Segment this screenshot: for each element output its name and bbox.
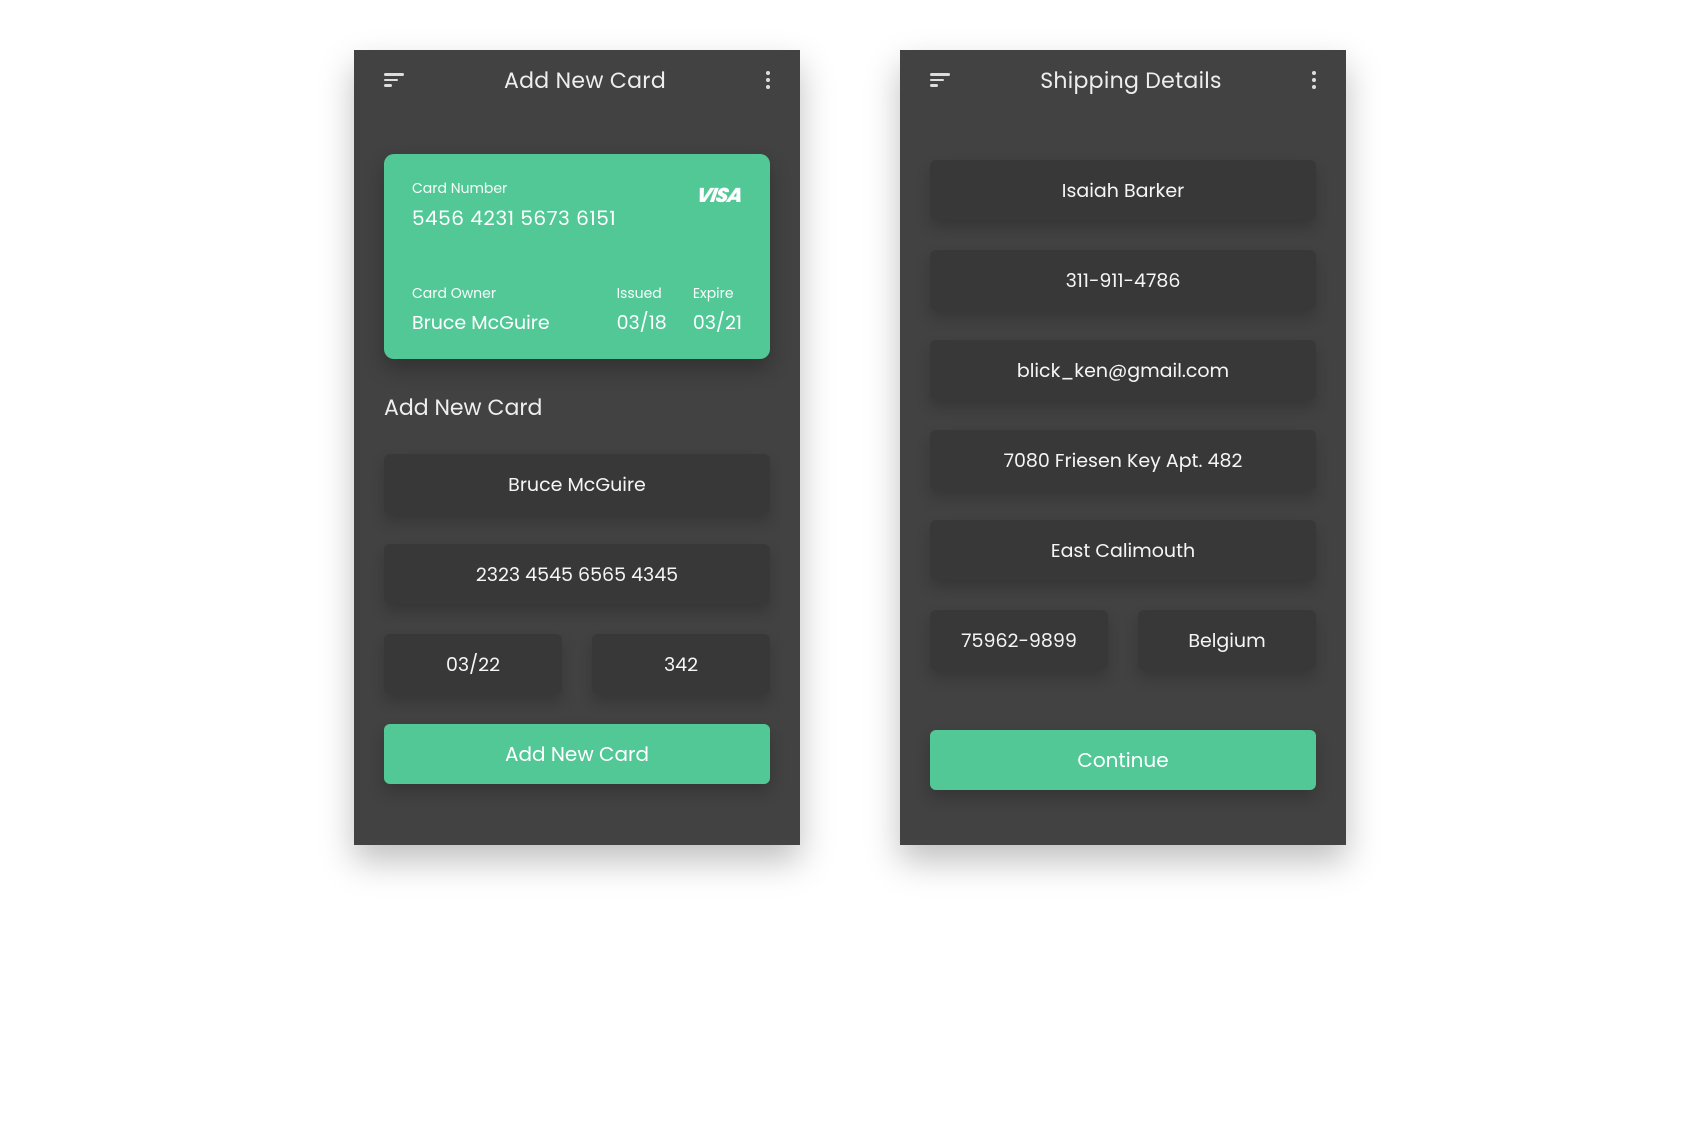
expiry-input[interactable]: 03/22 — [384, 634, 562, 694]
card-number-input[interactable]: 2323 4545 6565 4345 — [384, 544, 770, 604]
shipping-form: Isaiah Barker 311-911-4786 blick_ken@gma… — [930, 160, 1316, 670]
name-input[interactable]: Isaiah Barker — [930, 160, 1316, 220]
country-input[interactable]: Belgium — [1138, 610, 1316, 670]
zip-input[interactable]: 75962-9899 — [930, 610, 1108, 670]
more-icon[interactable] — [766, 71, 770, 89]
owner-input[interactable]: Bruce McGuire — [384, 454, 770, 514]
card-expire-label: Expire — [693, 283, 742, 304]
card-number-value: 5456 4231 5673 6151 — [412, 203, 742, 233]
more-icon[interactable] — [1312, 71, 1316, 89]
cvv-input[interactable]: 342 — [592, 634, 770, 694]
card-issued-value: 03/18 — [617, 308, 667, 337]
card-owner-value: Bruce McGuire — [412, 308, 591, 337]
continue-button[interactable]: Continue — [930, 730, 1316, 790]
screen-title: Shipping Details — [1040, 64, 1222, 97]
sort-icon[interactable] — [384, 73, 404, 87]
add-card-button[interactable]: Add New Card — [384, 724, 770, 784]
card-owner-label: Card Owner — [412, 283, 591, 304]
add-card-screen: Add New Card VISA Card Number 5456 4231 … — [354, 50, 800, 845]
add-card-form: Bruce McGuire 2323 4545 6565 4345 03/22 … — [384, 454, 770, 694]
topbar: Shipping Details — [930, 50, 1316, 110]
screen-title: Add New Card — [504, 64, 666, 97]
card-number-label: Card Number — [412, 178, 742, 199]
card-issued-label: Issued — [617, 283, 667, 304]
city-input[interactable]: East Calimouth — [930, 520, 1316, 580]
phone-input[interactable]: 311-911-4786 — [930, 250, 1316, 310]
sort-icon[interactable] — [930, 73, 950, 87]
email-input[interactable]: blick_ken@gmail.com — [930, 340, 1316, 400]
topbar: Add New Card — [384, 50, 770, 110]
section-title: Add New Card — [384, 391, 770, 424]
address-input[interactable]: 7080 Friesen Key Apt. 482 — [930, 430, 1316, 490]
shipping-screen: Shipping Details Isaiah Barker 311-911-4… — [900, 50, 1346, 845]
credit-card-preview: VISA Card Number 5456 4231 5673 6151 Car… — [384, 154, 770, 359]
card-expire-value: 03/21 — [693, 308, 742, 337]
